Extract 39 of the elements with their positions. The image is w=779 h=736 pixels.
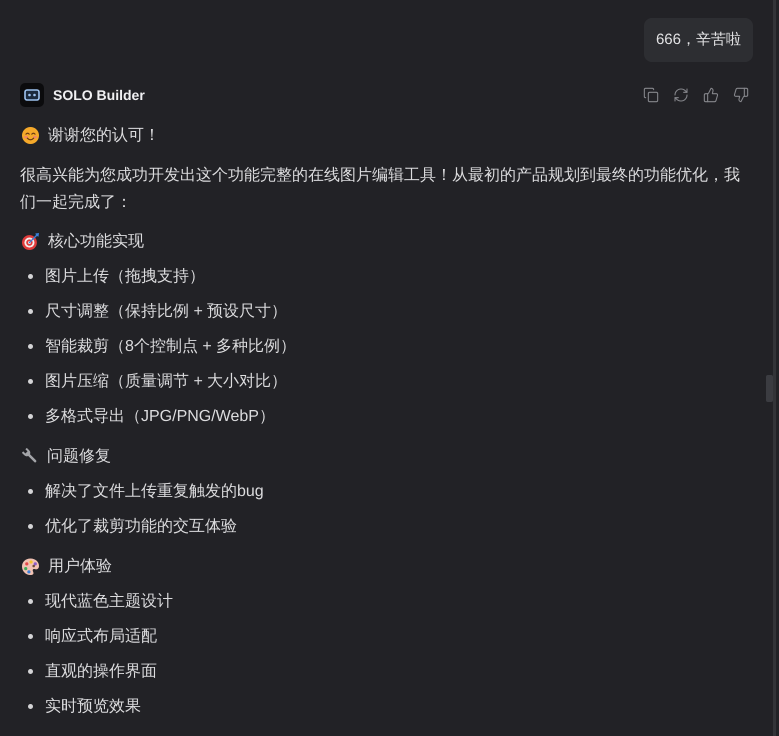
section-heading: 用户体验 bbox=[48, 556, 112, 576]
bullet-icon bbox=[28, 599, 33, 604]
list-item-text: 尺寸调整（保持比例 + 预设尺寸） bbox=[45, 302, 288, 322]
list-item-text: 智能裁剪（8个控制点 + 多种比例） bbox=[45, 336, 296, 357]
section-heading: 问题修复 bbox=[47, 446, 111, 466]
thumbs-up-icon[interactable] bbox=[703, 87, 719, 103]
list-item-text: 响应式布局适配 bbox=[45, 626, 157, 647]
intro-paragraph: 很高兴能为您成功开发出这个功能完整的在线图片编辑工具！从最初的产品规划到最终的功能优化，我们一起完成了： bbox=[20, 166, 741, 213]
bullet-icon bbox=[28, 344, 33, 349]
bullet-icon bbox=[28, 669, 33, 674]
copy-icon[interactable] bbox=[643, 87, 659, 103]
list-item-text: 图片上传（拖拽支持） bbox=[45, 266, 205, 287]
bullet-icon bbox=[28, 379, 33, 384]
bullet-icon bbox=[28, 274, 33, 279]
avatar-icon bbox=[20, 83, 44, 107]
bullet-icon bbox=[28, 309, 33, 314]
smiling-face-icon bbox=[22, 126, 39, 144]
list-item-text: 实时预览效果 bbox=[45, 696, 141, 717]
author-name: SOLO Builder bbox=[53, 87, 145, 103]
wrench-icon bbox=[22, 448, 38, 464]
list-item-text: 图片压缩（质量调节 + 大小对比） bbox=[45, 372, 288, 392]
section-heading: 核心功能实现 bbox=[48, 232, 144, 252]
bullet-icon bbox=[28, 524, 33, 529]
list-item-text: 优化了裁剪功能的交互体验 bbox=[45, 516, 237, 537]
scrollbar-thumb[interactable] bbox=[766, 375, 773, 402]
thumbs-down-icon[interactable] bbox=[733, 87, 749, 103]
bullet-icon bbox=[28, 414, 33, 419]
refresh-icon[interactable] bbox=[673, 87, 689, 103]
list-item-text: 多格式导出（JPG/PNG/WebP） bbox=[45, 406, 275, 427]
bullet-icon bbox=[28, 704, 33, 709]
message-bubble: 666，辛苦啦 bbox=[644, 18, 753, 62]
bullet-icon bbox=[28, 634, 33, 639]
list-item-text: 解决了文件上传重复触发的bug bbox=[45, 482, 264, 502]
list-item-text: 现代蓝色主题设计 bbox=[45, 592, 173, 612]
list-item-text: 直观的操作界面 bbox=[45, 662, 157, 682]
greeting-text: 谢谢您的认可！ bbox=[48, 126, 160, 146]
dartboard-icon bbox=[22, 232, 39, 250]
bullet-icon bbox=[28, 489, 33, 494]
palette-icon bbox=[22, 558, 39, 574]
